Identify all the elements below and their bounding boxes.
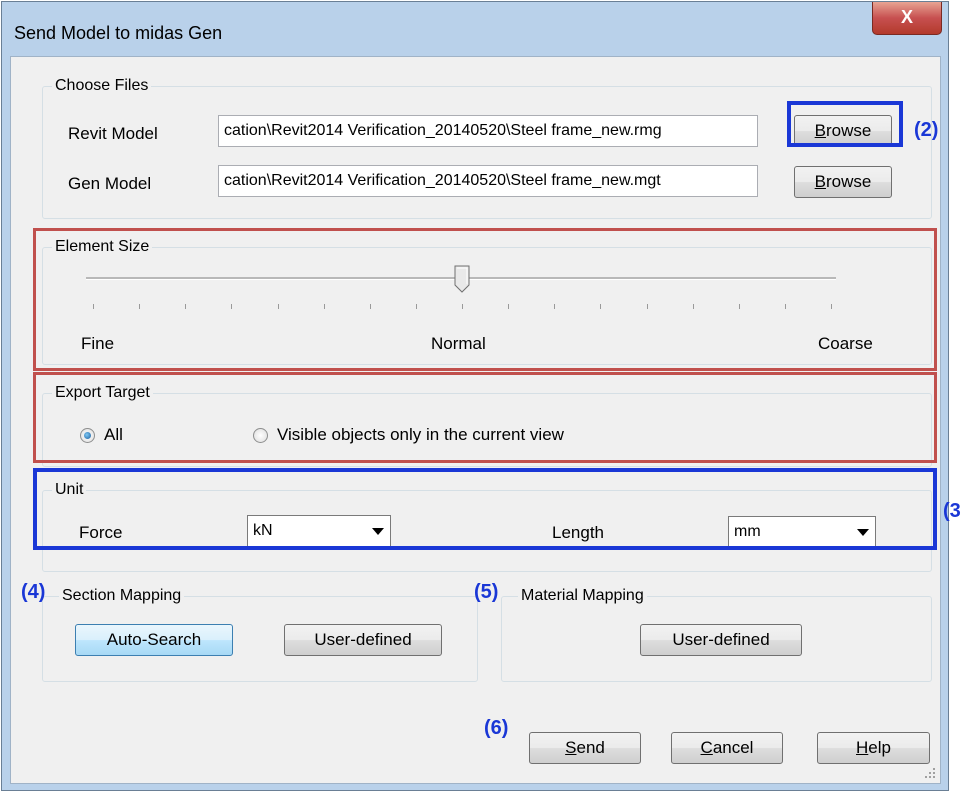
annotation-2: (2) — [914, 119, 939, 141]
resize-grip-icon[interactable] — [924, 767, 936, 779]
element-size-slider-thumb[interactable] — [454, 265, 470, 293]
revit-model-path-input[interactable]: cation\Revit2014 Verification_20140520\S… — [218, 115, 758, 147]
chevron-down-icon — [372, 528, 384, 535]
chevron-down-icon — [857, 529, 869, 536]
slider-tick — [185, 304, 187, 309]
annotation-4: (4) — [21, 581, 46, 603]
length-unit-select[interactable]: mm — [728, 516, 876, 548]
revit-model-label: Revit Model — [68, 124, 158, 143]
section-mapping-label: Section Mapping — [59, 586, 185, 606]
dialog-window: Send Model to midas Gen X Choose Files R… — [1, 1, 949, 791]
export-all-label[interactable]: All — [104, 425, 123, 445]
force-unit-select[interactable]: kN — [247, 515, 391, 547]
slider-tick — [784, 304, 786, 309]
export-visible-label[interactable]: Visible objects only in the current view — [277, 425, 564, 445]
slider-tick — [692, 304, 694, 309]
slider-tick — [600, 304, 602, 309]
annotation-3: (3 — [943, 500, 961, 522]
material-mapping-label: Material Mapping — [518, 586, 647, 606]
normal-label: Normal — [431, 334, 486, 353]
element-size-group: Element Size — [42, 237, 932, 365]
export-all-radio[interactable] — [80, 428, 95, 443]
slider-tick — [738, 304, 740, 309]
slider-tick — [554, 304, 556, 309]
slider-tick — [231, 304, 233, 309]
dialog-body: Choose Files Revit Model cation\Revit201… — [10, 56, 941, 784]
close-icon: X — [900, 7, 913, 27]
material-user-defined-button[interactable]: User-defined — [640, 624, 802, 656]
slider-tick — [415, 304, 417, 309]
force-unit-value: kN — [253, 522, 273, 539]
slider-tick — [93, 304, 94, 309]
slider-tick — [369, 304, 371, 309]
choose-files-group: Choose Files — [42, 76, 932, 219]
slider-tick — [508, 304, 510, 309]
fine-label: Fine — [81, 334, 115, 353]
help-button[interactable]: Help — [817, 732, 930, 764]
slider-tick — [831, 304, 832, 309]
force-label: Force — [79, 523, 123, 542]
length-unit-value: mm — [734, 523, 761, 540]
browse-gen-button[interactable]: Browse — [794, 166, 892, 198]
annotation-6: (6) — [484, 717, 509, 739]
gen-model-path-input[interactable]: cation\Revit2014 Verification_20140520\S… — [218, 165, 758, 197]
send-button[interactable]: Send — [529, 732, 641, 764]
annotation-5: (5) — [474, 581, 499, 603]
slider-tick — [277, 304, 279, 309]
close-button[interactable]: X — [872, 2, 942, 35]
section-user-defined-button[interactable]: User-defined — [284, 624, 442, 656]
unit-label: Unit — [52, 480, 87, 500]
gen-model-label: Gen Model — [68, 174, 152, 193]
window-title: Send Model to midas Gen — [14, 23, 223, 43]
coarse-label: Coarse — [818, 334, 873, 353]
element-size-label: Element Size — [52, 237, 153, 257]
export-visible-radio[interactable] — [253, 428, 268, 443]
auto-search-button[interactable]: Auto-Search — [75, 624, 233, 656]
slider-tick — [646, 304, 648, 309]
title-bar[interactable]: Send Model to midas Gen X — [2, 2, 948, 56]
export-target-label: Export Target — [52, 383, 153, 403]
slider-tick — [323, 304, 325, 309]
slider-tick — [462, 304, 463, 309]
slider-tick — [139, 304, 141, 309]
cancel-button[interactable]: Cancel — [671, 732, 783, 764]
browse-revit-button[interactable]: Browse — [794, 115, 892, 147]
choose-files-label: Choose Files — [52, 76, 152, 96]
length-label: Length — [552, 523, 604, 542]
